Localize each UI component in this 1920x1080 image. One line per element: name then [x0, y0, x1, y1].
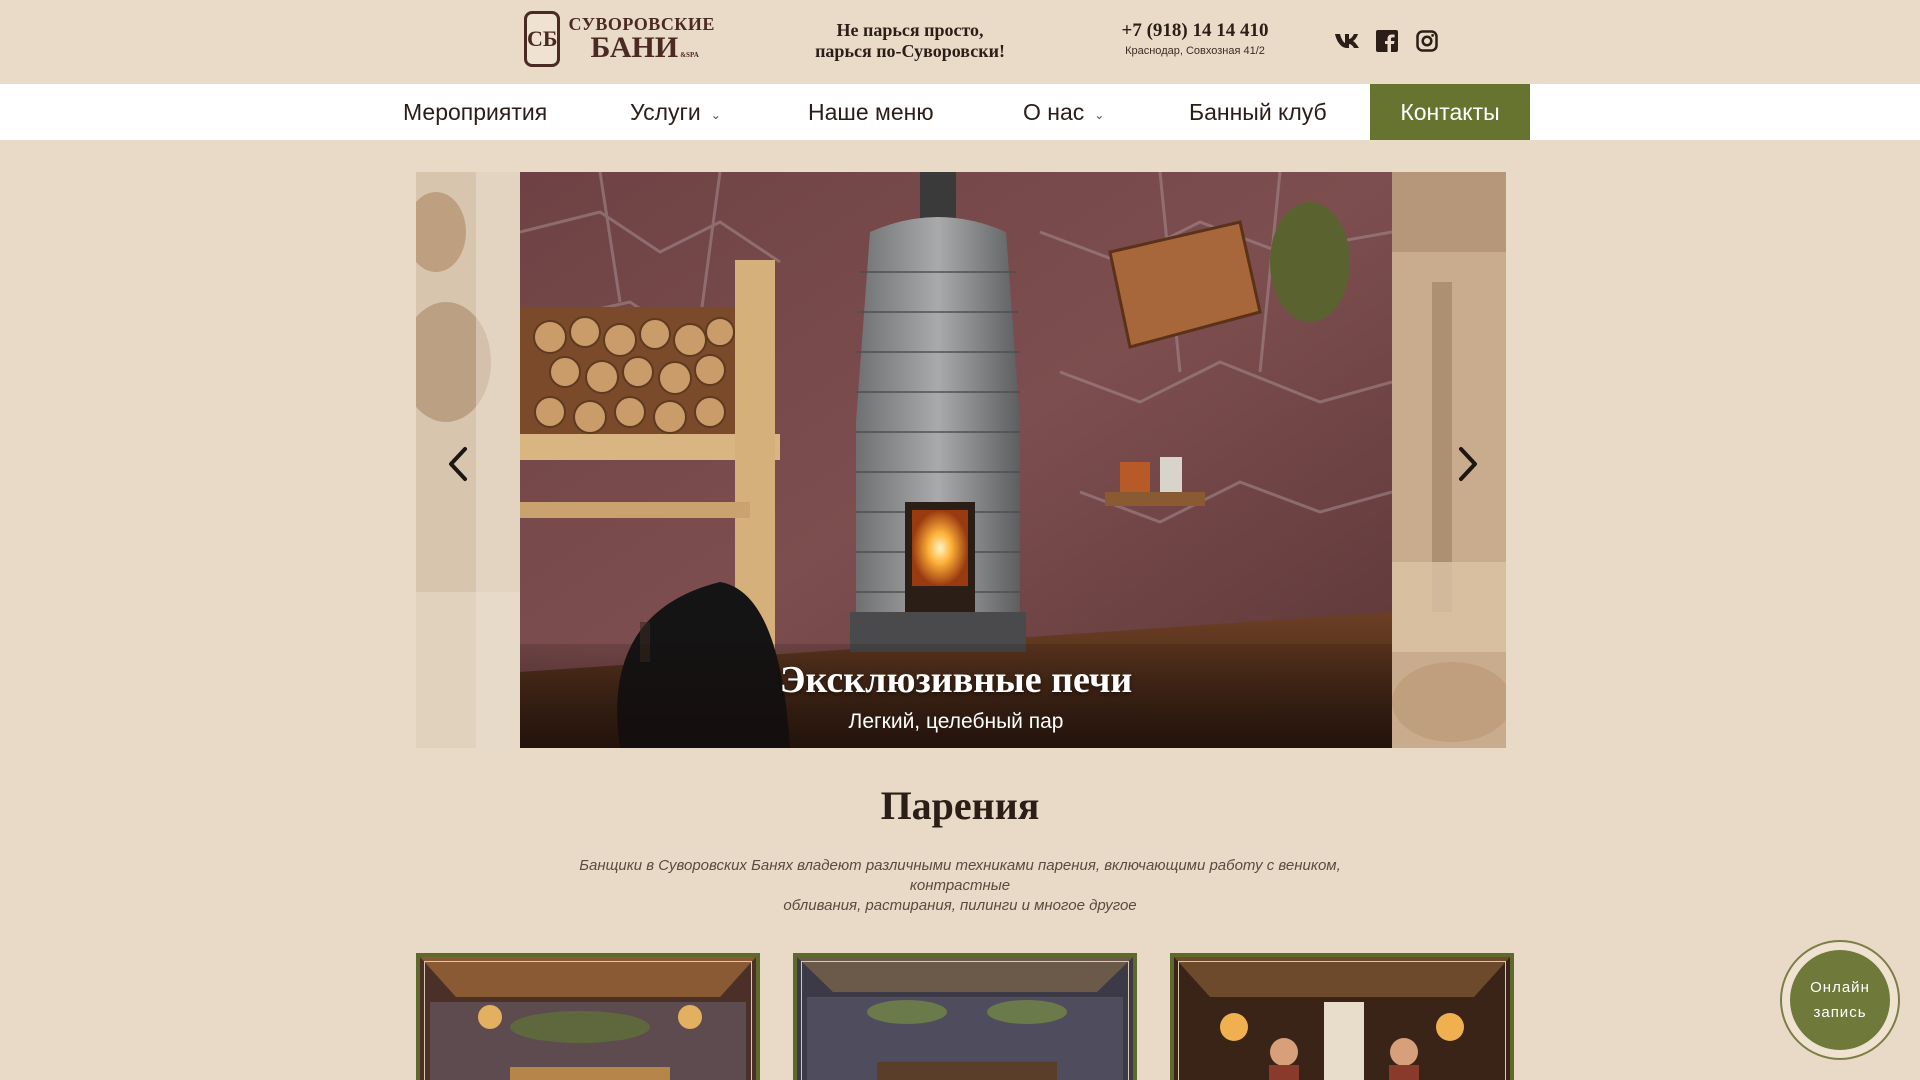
description-line2: обливания, растирания, пилинги и многое … [783, 897, 1137, 914]
description-line1: Банщики в Суворовских Банях владеют разл… [579, 857, 1341, 894]
logo[interactable]: СБ СУВОРОВСКИЕ БАНИ &SPA [524, 10, 714, 68]
online-booking-line2: запись [1813, 1004, 1867, 1021]
slogan-line1: Не парься просто, [836, 20, 984, 40]
chevron-down-icon: ⌄ [1094, 108, 1105, 122]
nav-label: Наше меню [808, 98, 934, 125]
card-frame [424, 961, 752, 1080]
section-description: Банщики в Суворовских Банях владеют разл… [530, 856, 1390, 916]
steaming-card[interactable] [1170, 953, 1514, 1080]
chevron-down-icon: ⌄ [710, 108, 721, 122]
slide-subtitle: Легкий, целебный пар [848, 710, 1064, 733]
slogan: Не парься просто, парься по-Суворовски! [790, 20, 1030, 62]
nav-label: Мероприятия [403, 98, 548, 125]
online-booking-line1: Онлайн [1810, 979, 1870, 996]
logo-line2-text: БАНИ [590, 31, 679, 64]
logo-text: СУВОРОВСКИЕ БАНИ &SPA [568, 15, 714, 63]
next-slide-button[interactable] [1450, 442, 1486, 486]
logo-emblem: СБ [524, 11, 561, 67]
nav-item-services[interactable]: Услуги ⌄ [630, 84, 721, 140]
nav-label: Услуги [630, 98, 701, 125]
facebook-icon[interactable] [1374, 28, 1400, 54]
logo-sup: &SPA [680, 51, 699, 59]
online-booking-button[interactable]: Онлайн запись [1780, 940, 1900, 1060]
social-links [1334, 28, 1440, 54]
nav-label: О нас [1023, 98, 1085, 125]
steaming-cards [416, 953, 1516, 1080]
top-header: СБ СУВОРОВСКИЕ БАНИ &SPA Не парься просто… [0, 0, 1920, 84]
nav-item-menu[interactable]: Наше меню [808, 84, 934, 140]
slide-title: Эксклюзивные печи [779, 659, 1133, 701]
nav-item-bath-club[interactable]: Банный клуб [1189, 84, 1327, 140]
vk-icon[interactable] [1334, 28, 1360, 54]
slide-caption: Эксклюзивные печи Легкий, целебный пар [520, 644, 1392, 748]
contact-block: +7 (918) 14 14 410 Краснодар, Совхозная … [1110, 20, 1280, 57]
next-slide-image [1392, 172, 1506, 748]
chevron-right-icon [1459, 447, 1477, 481]
section-title: Парения [880, 783, 1040, 828]
address: Краснодар, Совхозная 41/2 [1125, 45, 1265, 57]
instagram-icon[interactable] [1414, 28, 1440, 54]
logo-line2: БАНИ &SPA [590, 33, 714, 63]
nav-item-contacts[interactable]: Контакты [1370, 84, 1530, 140]
nav-item-events[interactable]: Мероприятия [403, 84, 547, 140]
prev-slide-button[interactable] [440, 442, 476, 486]
chevron-left-icon [449, 447, 467, 481]
card-frame [801, 961, 1129, 1080]
nav-label: Банный клуб [1189, 98, 1327, 125]
hero-slider: Эксклюзивные печи Легкий, целебный пар [416, 172, 1506, 748]
slide-image: Эксклюзивные печи Легкий, целебный пар [520, 172, 1392, 748]
steaming-card[interactable] [793, 953, 1137, 1080]
steaming-card[interactable] [416, 953, 760, 1080]
slogan-line2: парься по-Суворовски! [815, 41, 1005, 61]
online-booking-inner: Онлайн запись [1790, 950, 1890, 1050]
nav-label: Контакты [1400, 98, 1500, 125]
phone-link[interactable]: +7 (918) 14 14 410 [1110, 20, 1280, 42]
nav-item-about[interactable]: О нас ⌄ [1023, 84, 1104, 140]
card-frame [1178, 961, 1506, 1080]
next-slide-preview[interactable] [1392, 172, 1506, 748]
main-nav: Мероприятия Услуги ⌄ Наше меню О нас ⌄ Б… [0, 84, 1920, 140]
